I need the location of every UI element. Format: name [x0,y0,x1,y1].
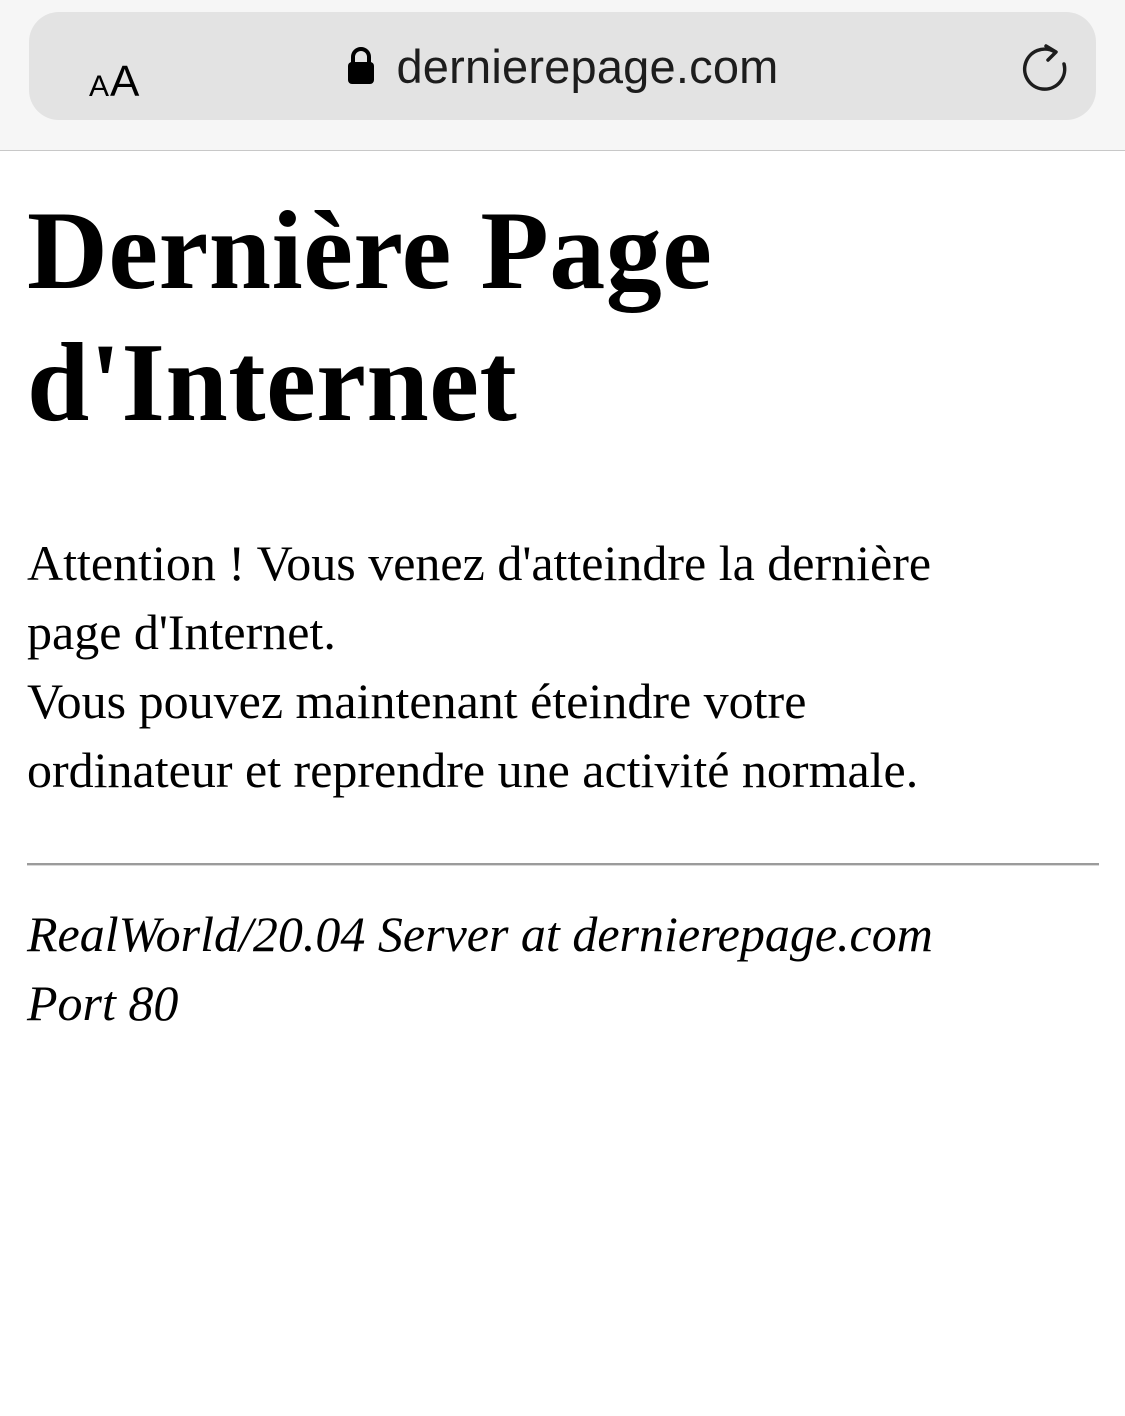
page-title-line-2: d'Internet [27,321,518,445]
message-line-2: page d'Internet. [27,604,336,660]
url-text: dernierepage.com [396,39,779,93]
horizontal-rule [27,863,1099,866]
server-signature-line-1: RealWorld/20.04 Server at dernierepage.c… [27,906,933,962]
server-signature-line-2: Port 80 [27,975,179,1031]
message-line-4: ordinateur et reprendre une activité nor… [27,742,919,798]
url-field[interactable]: dernierepage.com [29,12,1096,120]
address-bar[interactable]: A A dernierepage.com [29,12,1096,120]
page-title-line-1: Dernière Page [27,189,713,313]
server-signature: RealWorld/20.04 Server at dernierepage.c… [27,900,1099,1038]
browser-toolbar: A A dernierepage.com [0,0,1125,151]
page-content: Dernière Page d'Internet Attention ! Vou… [27,185,1099,1038]
message-line-1: Attention ! Vous venez d'atteindre la de… [27,535,932,591]
lock-icon [348,47,375,84]
page-title: Dernière Page d'Internet [27,185,1099,449]
message-line-3: Vous pouvez maintenant éteindre votre [27,673,807,729]
reload-icon[interactable] [1019,42,1071,94]
message-paragraph: Attention ! Vous venez d'atteindre la de… [27,529,1099,805]
